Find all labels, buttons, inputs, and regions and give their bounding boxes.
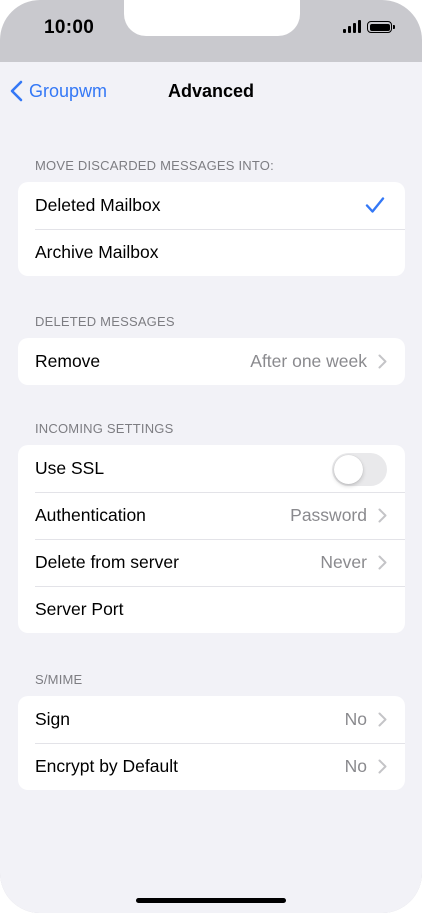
- chevron-right-icon: [378, 759, 387, 774]
- row-label: Delete from server: [35, 552, 179, 572]
- chevron-right-icon: [378, 712, 387, 727]
- chevron-right-icon: [378, 508, 387, 523]
- row-value: Never: [320, 552, 367, 572]
- row-deleted-mailbox[interactable]: Deleted Mailbox: [18, 182, 405, 229]
- battery-icon: [367, 21, 395, 33]
- chevron-right-icon: [378, 555, 387, 570]
- phone-frame: 10:00 Groupwm Advanced MOVE DISCARDED ME…: [0, 0, 422, 913]
- group-discarded: Deleted Mailbox Archive Mailbox: [18, 182, 405, 276]
- row-label: Authentication: [35, 505, 146, 525]
- row-label: Archive Mailbox: [35, 242, 159, 262]
- toggle-knob: [334, 455, 363, 484]
- section-header-deleted: DELETED MESSAGES: [35, 314, 175, 329]
- row-label: Sign: [35, 709, 71, 729]
- page-title: Advanced: [167, 81, 255, 101]
- navigation-bar: Groupwm Advanced: [0, 62, 422, 122]
- row-label: Use SSL: [35, 458, 105, 478]
- section-header-smime: S/MIME: [35, 672, 83, 687]
- checkmark-icon: [365, 197, 385, 213]
- row-value: Password: [290, 505, 367, 525]
- home-indicator[interactable]: [136, 898, 286, 903]
- cellular-signal-icon: [343, 20, 361, 33]
- row-archive-mailbox[interactable]: Archive Mailbox: [18, 229, 405, 276]
- row-remove[interactable]: Remove After one week: [18, 338, 405, 385]
- row-authentication[interactable]: Authentication Password: [18, 492, 405, 539]
- status-time: 10:00: [44, 17, 95, 38]
- row-label: Server Port: [35, 599, 124, 619]
- group-incoming: Use SSL Authentication Password Delete f…: [18, 445, 405, 633]
- row-use-ssl: Use SSL: [18, 445, 405, 492]
- row-value: After one week: [250, 351, 367, 371]
- row-label: Encrypt by Default: [35, 756, 178, 776]
- section-header-incoming: INCOMING SETTINGS: [35, 421, 174, 436]
- row-delete-from-server[interactable]: Delete from server Never: [18, 539, 405, 586]
- row-value: No: [344, 756, 367, 776]
- row-sign[interactable]: Sign No: [18, 696, 405, 743]
- row-value: No: [344, 709, 367, 729]
- row-label: Remove: [35, 351, 101, 371]
- group-deleted: Remove After one week: [18, 338, 405, 385]
- notch: [124, 0, 300, 36]
- row-server-port[interactable]: Server Port: [18, 586, 405, 633]
- use-ssl-toggle[interactable]: [332, 453, 387, 486]
- group-smime: Sign No Encrypt by Default No: [18, 696, 405, 790]
- status-icons: [343, 20, 395, 33]
- row-label: Deleted Mailbox: [35, 195, 161, 215]
- section-header-discarded: MOVE DISCARDED MESSAGES INTO:: [35, 158, 274, 173]
- row-encrypt-by-default[interactable]: Encrypt by Default No: [18, 743, 405, 790]
- chevron-right-icon: [378, 354, 387, 369]
